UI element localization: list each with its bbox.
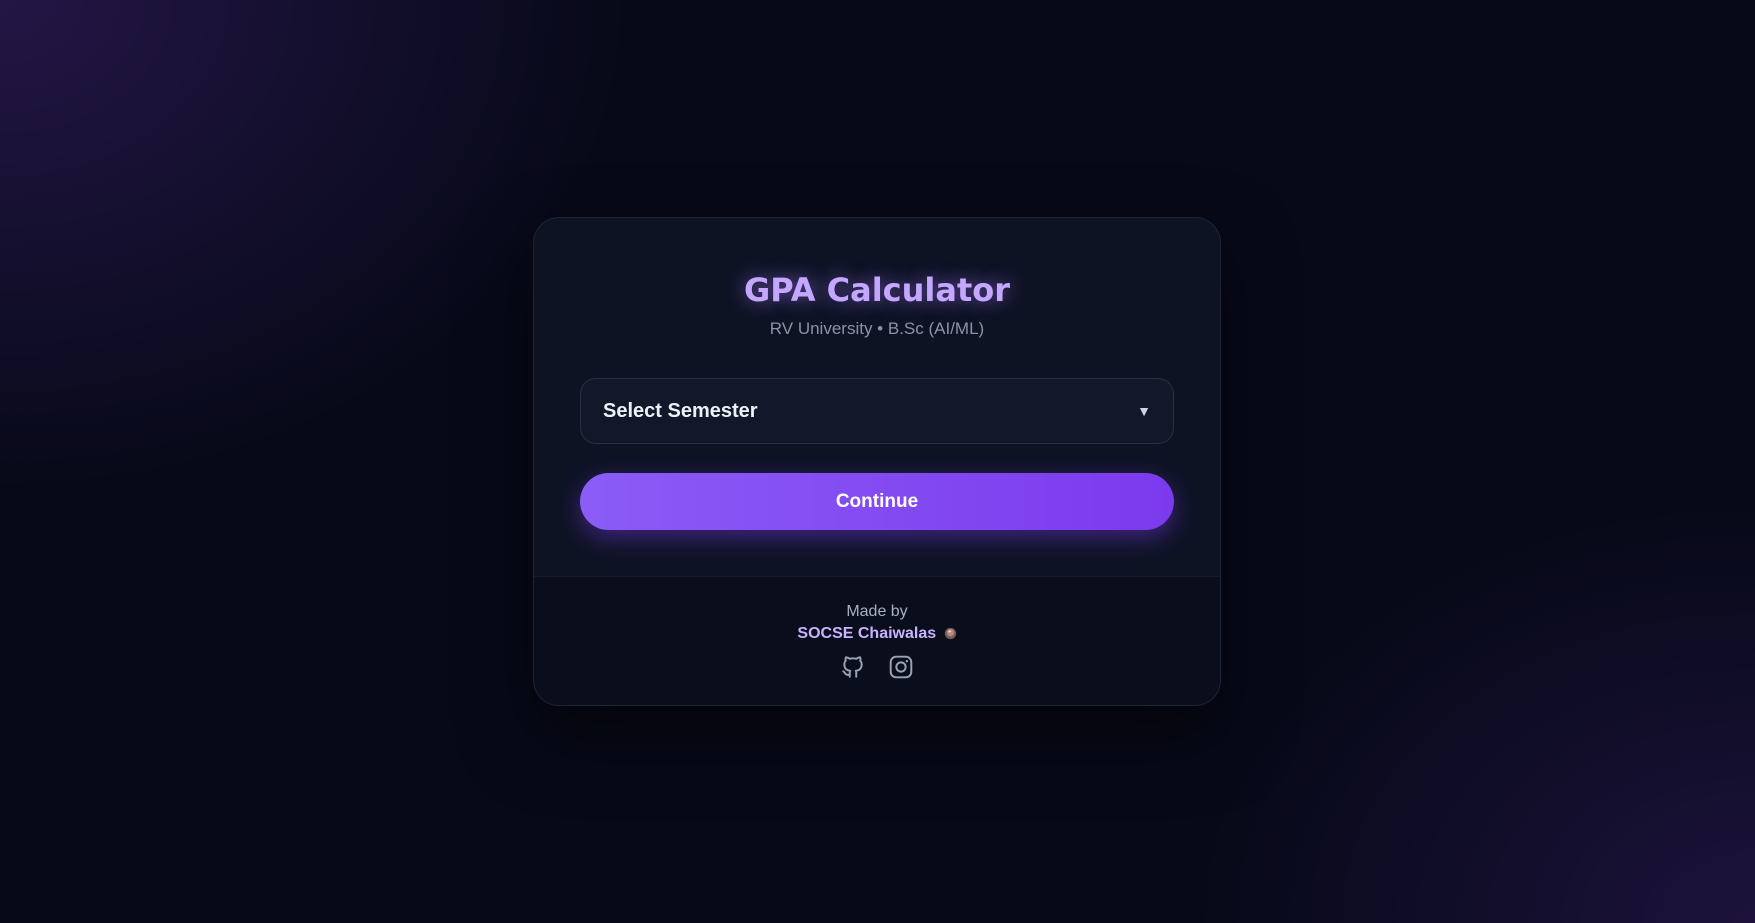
instagram-icon[interactable] <box>888 654 914 680</box>
tea-cup-icon <box>944 628 956 640</box>
social-links <box>534 654 1220 680</box>
author-link[interactable]: SOCSE Chaiwalas <box>797 624 956 644</box>
continue-button[interactable]: Continue <box>580 473 1174 530</box>
made-by-label: Made by <box>846 603 908 620</box>
triangle-down-icon: ▼ <box>1137 403 1151 419</box>
gpa-calculator-card: GPA Calculator RV University • B.Sc (AI/… <box>533 217 1221 706</box>
author-name: SOCSE Chaiwalas <box>797 625 937 642</box>
page-title: GPA Calculator <box>743 271 1011 309</box>
card-body: GPA Calculator RV University • B.Sc (AI/… <box>534 218 1220 576</box>
page-subtitle: RV University • B.Sc (AI/ML) <box>769 319 985 338</box>
card-footer: Made by SOCSE Chaiwalas <box>534 576 1220 705</box>
github-icon[interactable] <box>840 654 866 680</box>
semester-select[interactable]: Select Semester ▼ <box>580 378 1174 444</box>
semester-select-value: Select Semester <box>603 399 758 422</box>
